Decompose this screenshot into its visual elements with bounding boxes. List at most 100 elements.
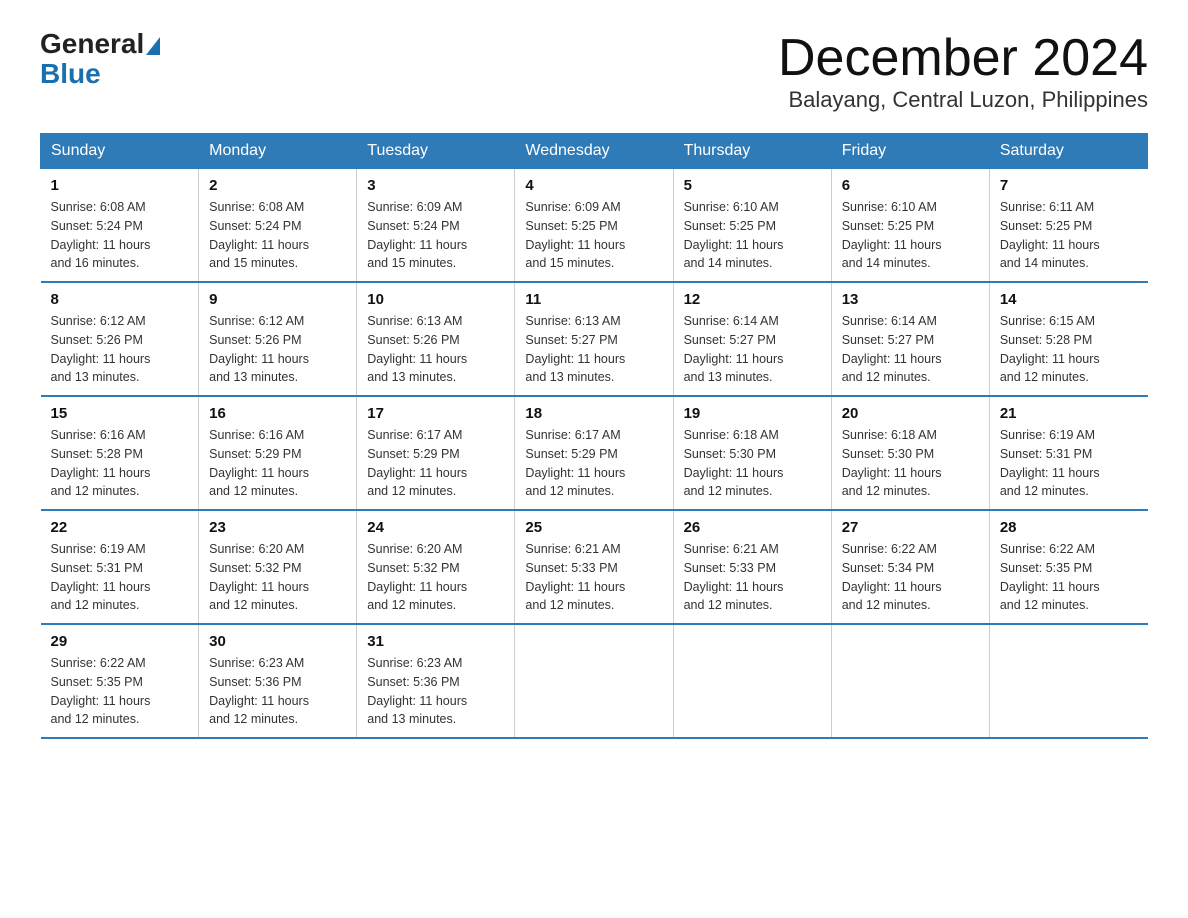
logo-triangle-icon: [146, 37, 160, 55]
day-info: Sunrise: 6:11 AMSunset: 5:25 PMDaylight:…: [1000, 198, 1138, 273]
day-info: Sunrise: 6:19 AMSunset: 5:31 PMDaylight:…: [51, 540, 189, 615]
calendar-day-cell: 5Sunrise: 6:10 AMSunset: 5:25 PMDaylight…: [673, 169, 831, 283]
calendar-week-row: 8 Sunrise: 6:12 AMSunset: 5:26 PMDaylight…: [41, 282, 1148, 396]
page-header: General Blue December 2024 Balayang, Cen…: [40, 30, 1148, 113]
calendar-day-cell: 6Sunrise: 6:10 AMSunset: 5:25 PMDaylight…: [831, 169, 989, 283]
weekday-header-sunday: Sunday: [41, 134, 199, 169]
day-number: 10: [367, 291, 504, 308]
day-info: Sunrise: 6:17 AMSunset: 5:29 PMDaylight:…: [367, 426, 504, 501]
day-number: 20: [842, 405, 979, 422]
day-info: Sunrise: 6:12 AMSunset: 5:26 PMDaylight:…: [209, 312, 346, 387]
day-number: 31: [367, 633, 504, 650]
day-info: Sunrise: 6:23 AMSunset: 5:36 PMDaylight:…: [367, 654, 504, 729]
day-info: Sunrise: 6:22 AMSunset: 5:35 PMDaylight:…: [51, 654, 189, 729]
calendar-day-cell: 4 Sunrise: 6:09 AMSunset: 5:25 PMDaylight…: [515, 169, 673, 283]
calendar-day-cell: 23 Sunrise: 6:20 AMSunset: 5:32 PMDayligh…: [199, 510, 357, 624]
day-info: Sunrise: 6:19 AMSunset: 5:31 PMDaylight:…: [1000, 426, 1138, 501]
calendar-table: SundayMondayTuesdayWednesdayThursdayFrid…: [40, 133, 1148, 739]
day-number: 22: [51, 519, 189, 536]
calendar-day-cell: 1 Sunrise: 6:08 AMSunset: 5:24 PMDaylight…: [41, 169, 199, 283]
calendar-day-cell: 28Sunrise: 6:22 AMSunset: 5:35 PMDayligh…: [989, 510, 1147, 624]
day-info: Sunrise: 6:18 AMSunset: 5:30 PMDaylight:…: [684, 426, 821, 501]
calendar-day-cell: 30Sunrise: 6:23 AMSunset: 5:36 PMDayligh…: [199, 624, 357, 738]
calendar-day-cell: [515, 624, 673, 738]
day-info: Sunrise: 6:23 AMSunset: 5:36 PMDaylight:…: [209, 654, 346, 729]
day-info: Sunrise: 6:21 AMSunset: 5:33 PMDaylight:…: [684, 540, 821, 615]
calendar-day-cell: 19 Sunrise: 6:18 AMSunset: 5:30 PMDayligh…: [673, 396, 831, 510]
day-number: 13: [842, 291, 979, 308]
day-number: 24: [367, 519, 504, 536]
calendar-week-row: 22 Sunrise: 6:19 AMSunset: 5:31 PMDayligh…: [41, 510, 1148, 624]
day-number: 9: [209, 291, 346, 308]
calendar-day-cell: 24 Sunrise: 6:20 AMSunset: 5:32 PMDayligh…: [357, 510, 515, 624]
calendar-day-cell: 31 Sunrise: 6:23 AMSunset: 5:36 PMDayligh…: [357, 624, 515, 738]
logo-general-text: General: [40, 30, 144, 58]
day-number: 26: [684, 519, 821, 536]
calendar-day-cell: 26 Sunrise: 6:21 AMSunset: 5:33 PMDayligh…: [673, 510, 831, 624]
weekday-header-friday: Friday: [831, 134, 989, 169]
day-info: Sunrise: 6:21 AMSunset: 5:33 PMDaylight:…: [525, 540, 662, 615]
calendar-day-cell: 21 Sunrise: 6:19 AMSunset: 5:31 PMDayligh…: [989, 396, 1147, 510]
day-number: 11: [525, 291, 662, 308]
calendar-day-cell: 13Sunrise: 6:14 AMSunset: 5:27 PMDayligh…: [831, 282, 989, 396]
day-number: 8: [51, 291, 189, 308]
calendar-day-cell: 20 Sunrise: 6:18 AMSunset: 5:30 PMDayligh…: [831, 396, 989, 510]
weekday-header-thursday: Thursday: [673, 134, 831, 169]
calendar-day-cell: 22 Sunrise: 6:19 AMSunset: 5:31 PMDayligh…: [41, 510, 199, 624]
calendar-week-row: 29 Sunrise: 6:22 AMSunset: 5:35 PMDayligh…: [41, 624, 1148, 738]
day-info: Sunrise: 6:08 AMSunset: 5:24 PMDaylight:…: [209, 198, 346, 273]
day-info: Sunrise: 6:16 AMSunset: 5:28 PMDaylight:…: [51, 426, 189, 501]
title-section: December 2024 Balayang, Central Luzon, P…: [778, 30, 1148, 113]
weekday-header-monday: Monday: [199, 134, 357, 169]
day-info: Sunrise: 6:08 AMSunset: 5:24 PMDaylight:…: [51, 198, 189, 273]
day-number: 19: [684, 405, 821, 422]
calendar-day-cell: 10Sunrise: 6:13 AMSunset: 5:26 PMDayligh…: [357, 282, 515, 396]
calendar-day-cell: 3 Sunrise: 6:09 AMSunset: 5:24 PMDaylight…: [357, 169, 515, 283]
day-number: 4: [525, 177, 662, 194]
day-number: 17: [367, 405, 504, 422]
day-number: 2: [209, 177, 346, 194]
day-number: 23: [209, 519, 346, 536]
calendar-week-row: 1 Sunrise: 6:08 AMSunset: 5:24 PMDaylight…: [41, 169, 1148, 283]
day-info: Sunrise: 6:12 AMSunset: 5:26 PMDaylight:…: [51, 312, 189, 387]
day-info: Sunrise: 6:13 AMSunset: 5:27 PMDaylight:…: [525, 312, 662, 387]
day-info: Sunrise: 6:20 AMSunset: 5:32 PMDaylight:…: [209, 540, 346, 615]
day-info: Sunrise: 6:20 AMSunset: 5:32 PMDaylight:…: [367, 540, 504, 615]
day-info: Sunrise: 6:10 AMSunset: 5:25 PMDaylight:…: [842, 198, 979, 273]
day-info: Sunrise: 6:17 AMSunset: 5:29 PMDaylight:…: [525, 426, 662, 501]
day-number: 27: [842, 519, 979, 536]
calendar-day-cell: 12Sunrise: 6:14 AMSunset: 5:27 PMDayligh…: [673, 282, 831, 396]
day-info: Sunrise: 6:22 AMSunset: 5:35 PMDaylight:…: [1000, 540, 1138, 615]
day-number: 1: [51, 177, 189, 194]
day-info: Sunrise: 6:15 AMSunset: 5:28 PMDaylight:…: [1000, 312, 1138, 387]
day-info: Sunrise: 6:09 AMSunset: 5:24 PMDaylight:…: [367, 198, 504, 273]
day-number: 29: [51, 633, 189, 650]
calendar-day-cell: 18 Sunrise: 6:17 AMSunset: 5:29 PMDayligh…: [515, 396, 673, 510]
location-subtitle: Balayang, Central Luzon, Philippines: [778, 87, 1148, 113]
day-number: 14: [1000, 291, 1138, 308]
day-info: Sunrise: 6:14 AMSunset: 5:27 PMDaylight:…: [684, 312, 821, 387]
calendar-day-cell: 29 Sunrise: 6:22 AMSunset: 5:35 PMDayligh…: [41, 624, 199, 738]
day-number: 16: [209, 405, 346, 422]
weekday-header-wednesday: Wednesday: [515, 134, 673, 169]
logo: General Blue: [40, 30, 162, 90]
calendar-day-cell: 7 Sunrise: 6:11 AMSunset: 5:25 PMDaylight…: [989, 169, 1147, 283]
day-number: 21: [1000, 405, 1138, 422]
calendar-day-cell: 16 Sunrise: 6:16 AMSunset: 5:29 PMDayligh…: [199, 396, 357, 510]
day-info: Sunrise: 6:09 AMSunset: 5:25 PMDaylight:…: [525, 198, 662, 273]
day-info: Sunrise: 6:16 AMSunset: 5:29 PMDaylight:…: [209, 426, 346, 501]
calendar-day-cell: 25 Sunrise: 6:21 AMSunset: 5:33 PMDayligh…: [515, 510, 673, 624]
weekday-header-saturday: Saturday: [989, 134, 1147, 169]
day-number: 25: [525, 519, 662, 536]
day-number: 15: [51, 405, 189, 422]
day-number: 3: [367, 177, 504, 194]
calendar-day-cell: [673, 624, 831, 738]
day-number: 18: [525, 405, 662, 422]
weekday-header-row: SundayMondayTuesdayWednesdayThursdayFrid…: [41, 134, 1148, 169]
month-title: December 2024: [778, 30, 1148, 87]
calendar-day-cell: 14 Sunrise: 6:15 AMSunset: 5:28 PMDayligh…: [989, 282, 1147, 396]
calendar-day-cell: 9 Sunrise: 6:12 AMSunset: 5:26 PMDaylight…: [199, 282, 357, 396]
day-number: 7: [1000, 177, 1138, 194]
day-info: Sunrise: 6:10 AMSunset: 5:25 PMDaylight:…: [684, 198, 821, 273]
day-info: Sunrise: 6:18 AMSunset: 5:30 PMDaylight:…: [842, 426, 979, 501]
